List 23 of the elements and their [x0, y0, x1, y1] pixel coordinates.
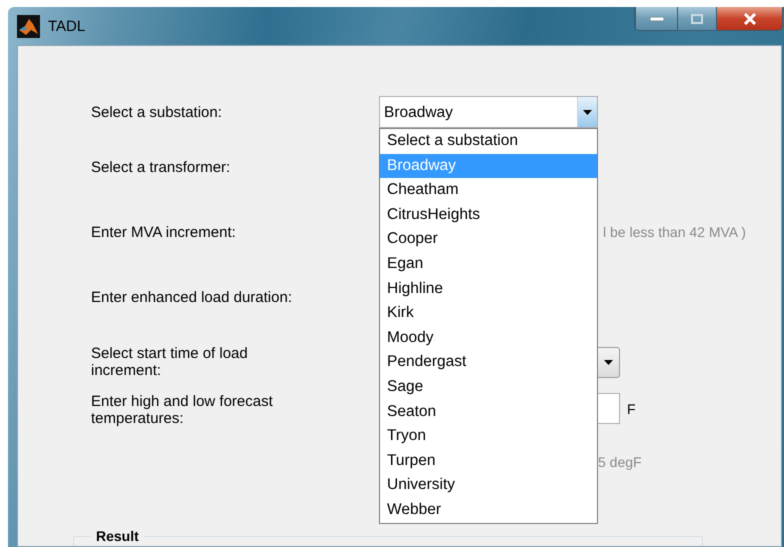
field-label: Enter MVA increment: — [91, 224, 237, 240]
minimize-icon — [650, 16, 664, 20]
input-field[interactable] — [598, 393, 620, 424]
maximize-button[interactable] — [677, 7, 716, 30]
dropdown-button[interactable] — [577, 97, 597, 127]
caret-icon — [604, 360, 613, 364]
group-title: Result — [91, 528, 144, 544]
minimize-button[interactable] — [635, 7, 677, 30]
maximize-icon — [691, 14, 703, 24]
field-label: Select start time of load increment: — [91, 345, 249, 379]
hint-text: l be less than 42 MVA ) — [602, 224, 747, 240]
caret-icon — [583, 110, 592, 114]
app-logo-icon — [17, 14, 40, 38]
field-label: Enter enhanced load duration: — [91, 288, 293, 306]
close-icon — [742, 12, 756, 24]
window-title: TADL — [48, 18, 86, 34]
field-label: Select a substation: — [91, 104, 223, 120]
unit-label: F — [627, 400, 636, 416]
close-button[interactable] — [716, 7, 782, 30]
dropdown-button[interactable] — [598, 346, 620, 378]
field-label: Enter high and low forecast temperatures: — [91, 393, 274, 427]
field-label: Select a transformer: — [91, 158, 232, 176]
hint-text: 5 degF — [598, 454, 643, 470]
